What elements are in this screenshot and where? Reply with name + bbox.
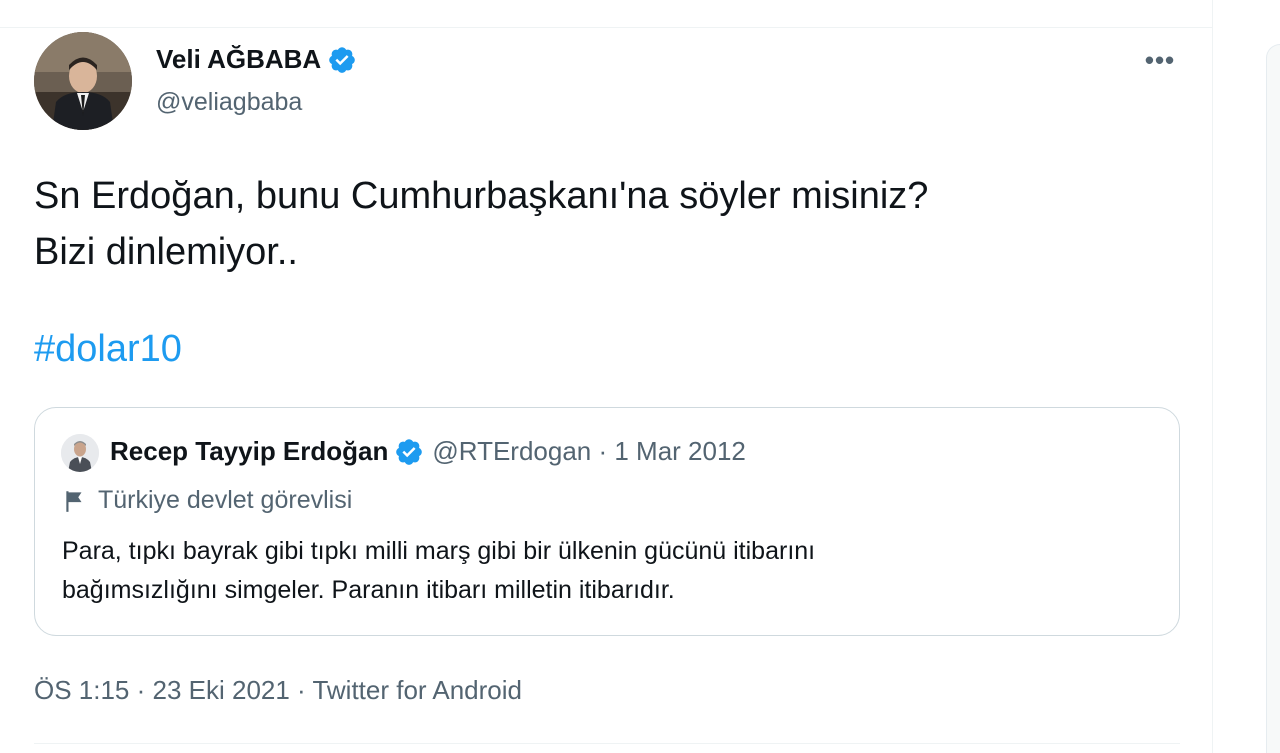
verified-badge-icon — [329, 46, 355, 73]
author-name-row[interactable]: Veli AĞBABA — [156, 44, 357, 75]
quoted-tweet-card[interactable]: Recep Tayyip Erdoğan @RTErdogan · 1 Mar … — [34, 407, 1180, 636]
avatar-photo — [34, 32, 132, 130]
hashtag-link[interactable]: #dolar10 — [34, 328, 182, 371]
tweet-text-line: Bizi dinlemiyor.. — [34, 231, 298, 273]
quoted-text-line: Para, tıpkı bayrak gibi tıpkı milli marş… — [62, 537, 816, 565]
quoted-avatar-photo — [61, 434, 99, 472]
tweet-timestamp-source[interactable]: ÖS 1:15 · 23 Eki 2021 · Twitter for Andr… — [34, 675, 522, 706]
quoted-tweet-text: Para, tıpkı bayrak gibi tıpkı milli marş… — [62, 532, 1152, 610]
quoted-author-name[interactable]: Recep Tayyip Erdoğan — [110, 436, 388, 467]
tweet[interactable]: Veli AĞBABA @veliagbaba ••• Sn Erdoğan, … — [0, 28, 1212, 753]
tweet-page: Veli AĞBABA @veliagbaba ••• Sn Erdoğan, … — [0, 0, 1280, 753]
flag-icon — [66, 490, 82, 512]
more-icon: ••• — [1144, 44, 1176, 75]
verified-badge-icon — [396, 438, 423, 465]
government-label[interactable]: Türkiye devlet görevlisi — [62, 486, 352, 515]
quoted-handle-date[interactable]: @RTErdogan · 1 Mar 2012 — [432, 436, 746, 467]
quoted-author-avatar[interactable] — [61, 434, 99, 472]
sidebar-panel-edge — [1266, 44, 1280, 753]
author-name[interactable]: Veli AĞBABA — [156, 44, 321, 75]
author-handle[interactable]: @veliagbaba — [156, 88, 302, 117]
column-border — [1212, 0, 1213, 753]
author-avatar[interactable] — [34, 32, 132, 130]
more-options-button[interactable]: ••• — [1140, 42, 1180, 78]
bottom-divider — [34, 743, 1180, 744]
government-label-text: Türkiye devlet görevlisi — [98, 486, 353, 514]
tweet-text-line: Sn Erdoğan, bunu Cumhurbaşkanı'na söyler… — [34, 175, 929, 217]
tweet-text: Sn Erdoğan, bunu Cumhurbaşkanı'na söyler… — [34, 168, 1184, 280]
quoted-text-line: bağımsızlığını simgeler. Paranın itibarı… — [62, 576, 675, 604]
quoted-tweet-header: Recep Tayyip Erdoğan @RTErdogan · 1 Mar … — [110, 436, 746, 467]
